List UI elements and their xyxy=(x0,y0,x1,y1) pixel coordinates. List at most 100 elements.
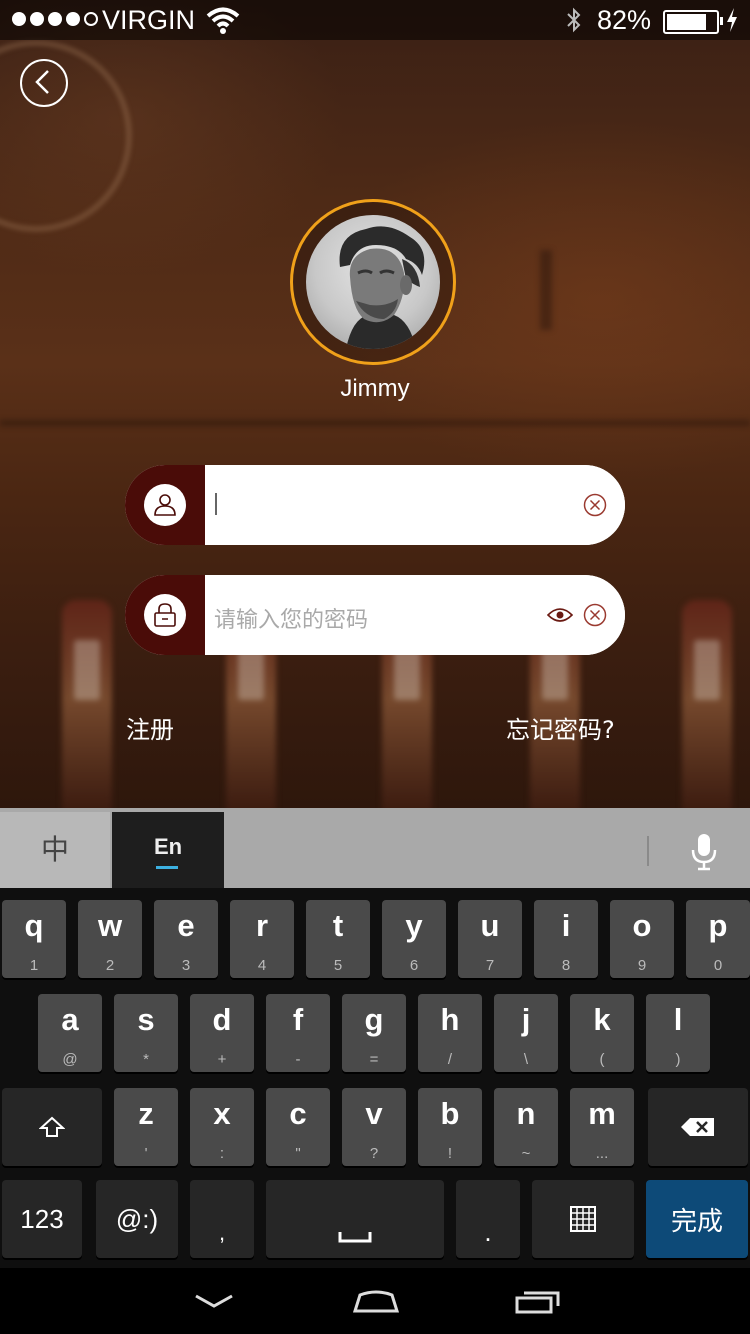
key-p[interactable]: p0 xyxy=(686,900,750,978)
key-u[interactable]: u7 xyxy=(458,900,522,978)
key-letter: z xyxy=(138,1096,154,1131)
battery-icon xyxy=(663,10,723,34)
battery-nub xyxy=(720,17,723,25)
clear-circle-icon[interactable] xyxy=(583,493,607,517)
space-key[interactable] xyxy=(266,1180,444,1258)
background-beam xyxy=(540,250,552,330)
key-secondary: = xyxy=(369,1051,379,1068)
key-letter: w xyxy=(97,908,123,943)
key-secondary: * xyxy=(143,1051,149,1068)
key-h[interactable]: h / xyxy=(418,994,482,1072)
recents-nav-icon[interactable] xyxy=(514,1290,562,1314)
home-nav-icon[interactable] xyxy=(352,1290,400,1314)
done-key-label: 完成 xyxy=(670,1206,723,1237)
password-field: 请输入您的密码 xyxy=(125,575,625,655)
user-icon-badge xyxy=(144,484,186,526)
key-e[interactable]: e3 xyxy=(154,900,218,978)
key-z[interactable]: z ' xyxy=(114,1088,178,1166)
back-button[interactable] xyxy=(20,59,68,107)
key-d[interactable]: d + xyxy=(190,994,254,1072)
field-icon-cap xyxy=(125,575,205,655)
comma-key[interactable]: , xyxy=(190,1180,254,1258)
keyboard-top-bar: 中 En xyxy=(0,808,750,888)
key-q[interactable]: q1 xyxy=(2,900,66,978)
key-w[interactable]: w2 xyxy=(78,900,142,978)
key-secondary: ! xyxy=(447,1145,453,1162)
password-placeholder: 请输入您的密码 xyxy=(214,607,369,632)
lock-icon xyxy=(154,603,176,627)
backspace-key[interactable] xyxy=(648,1088,748,1166)
background-bottle xyxy=(62,600,112,808)
key-t[interactable]: t5 xyxy=(306,900,370,978)
key-k[interactable]: k( xyxy=(570,994,634,1072)
key-secondary: \ xyxy=(523,1051,529,1068)
done-key[interactable]: 完成 xyxy=(646,1180,748,1258)
microphone-icon[interactable] xyxy=(690,832,718,872)
key-letter: m xyxy=(588,1096,616,1131)
key-g[interactable]: g = xyxy=(342,994,406,1072)
bluetooth-icon xyxy=(567,7,581,33)
eye-icon[interactable] xyxy=(547,605,573,625)
key-letter: y xyxy=(405,908,423,943)
key-s[interactable]: s * xyxy=(114,994,178,1072)
background-bottle xyxy=(682,600,732,808)
key-secondary: 8 xyxy=(561,957,571,974)
emoticon-key[interactable]: @:) xyxy=(96,1180,178,1258)
back-nav-icon[interactable] xyxy=(193,1290,235,1312)
key-letter: e xyxy=(177,908,195,943)
key-secondary: 1 xyxy=(29,957,39,974)
key-secondary: ... xyxy=(595,1145,609,1162)
tab-english-label: En xyxy=(153,834,183,859)
key-v[interactable]: v? xyxy=(342,1088,406,1166)
forgot-password-link[interactable]: 忘记密码? xyxy=(506,710,615,745)
key-secondary: 7 xyxy=(485,957,495,974)
system-nav-bar xyxy=(0,1268,750,1334)
key-y[interactable]: y6 xyxy=(382,900,446,978)
key-r[interactable]: r4 xyxy=(230,900,294,978)
lock-icon-badge xyxy=(144,594,186,636)
username-input[interactable] xyxy=(205,465,625,545)
battery-percent: 82% xyxy=(597,5,652,35)
key-secondary: " xyxy=(295,1145,301,1162)
key-letter: s xyxy=(137,1002,155,1037)
key-j[interactable]: j \ xyxy=(494,994,558,1072)
background-beam xyxy=(0,420,750,426)
register-link[interactable]: 注册 xyxy=(126,710,174,745)
key-letter: b xyxy=(440,1096,460,1131)
shift-icon xyxy=(2,1088,102,1166)
avatar-ring[interactable] xyxy=(290,199,456,365)
clear-circle-icon[interactable] xyxy=(583,603,607,627)
key-letter: t xyxy=(332,908,344,943)
key-m[interactable]: m... xyxy=(570,1088,634,1166)
key-n[interactable]: n ~ xyxy=(494,1088,558,1166)
key-o[interactable]: o9 xyxy=(610,900,674,978)
user-icon xyxy=(154,494,176,516)
keyboard-grid-icon xyxy=(532,1180,634,1258)
key-letter: j xyxy=(521,1002,531,1037)
key-secondary: / xyxy=(447,1051,453,1068)
period-key[interactable]: . xyxy=(456,1180,520,1258)
keypad-key[interactable] xyxy=(532,1180,634,1258)
charging-icon xyxy=(727,8,737,32)
key-l[interactable]: l) xyxy=(646,994,710,1072)
numbers-key-label: 123 xyxy=(20,1203,64,1234)
key-letter: p xyxy=(708,908,728,943)
key-secondary: 9 xyxy=(637,957,647,974)
key-x[interactable]: x: xyxy=(190,1088,254,1166)
key-secondary: 6 xyxy=(409,957,419,974)
chevron-left-icon xyxy=(35,70,49,94)
key-b[interactable]: b! xyxy=(418,1088,482,1166)
key-secondary: 3 xyxy=(181,957,191,974)
key-i[interactable]: i8 xyxy=(534,900,598,978)
key-c[interactable]: c " xyxy=(266,1088,330,1166)
password-input[interactable]: 请输入您的密码 xyxy=(205,575,625,655)
tab-english[interactable]: En xyxy=(112,812,224,888)
key-f[interactable]: f- xyxy=(266,994,330,1072)
key-a[interactable]: a @ xyxy=(38,994,102,1072)
signal-dot xyxy=(84,12,98,26)
tab-chinese[interactable]: 中 xyxy=(0,812,110,888)
username-field xyxy=(125,465,625,545)
numbers-key[interactable]: 123 xyxy=(2,1180,82,1258)
shift-key[interactable] xyxy=(2,1088,102,1166)
background-photo xyxy=(0,0,750,808)
